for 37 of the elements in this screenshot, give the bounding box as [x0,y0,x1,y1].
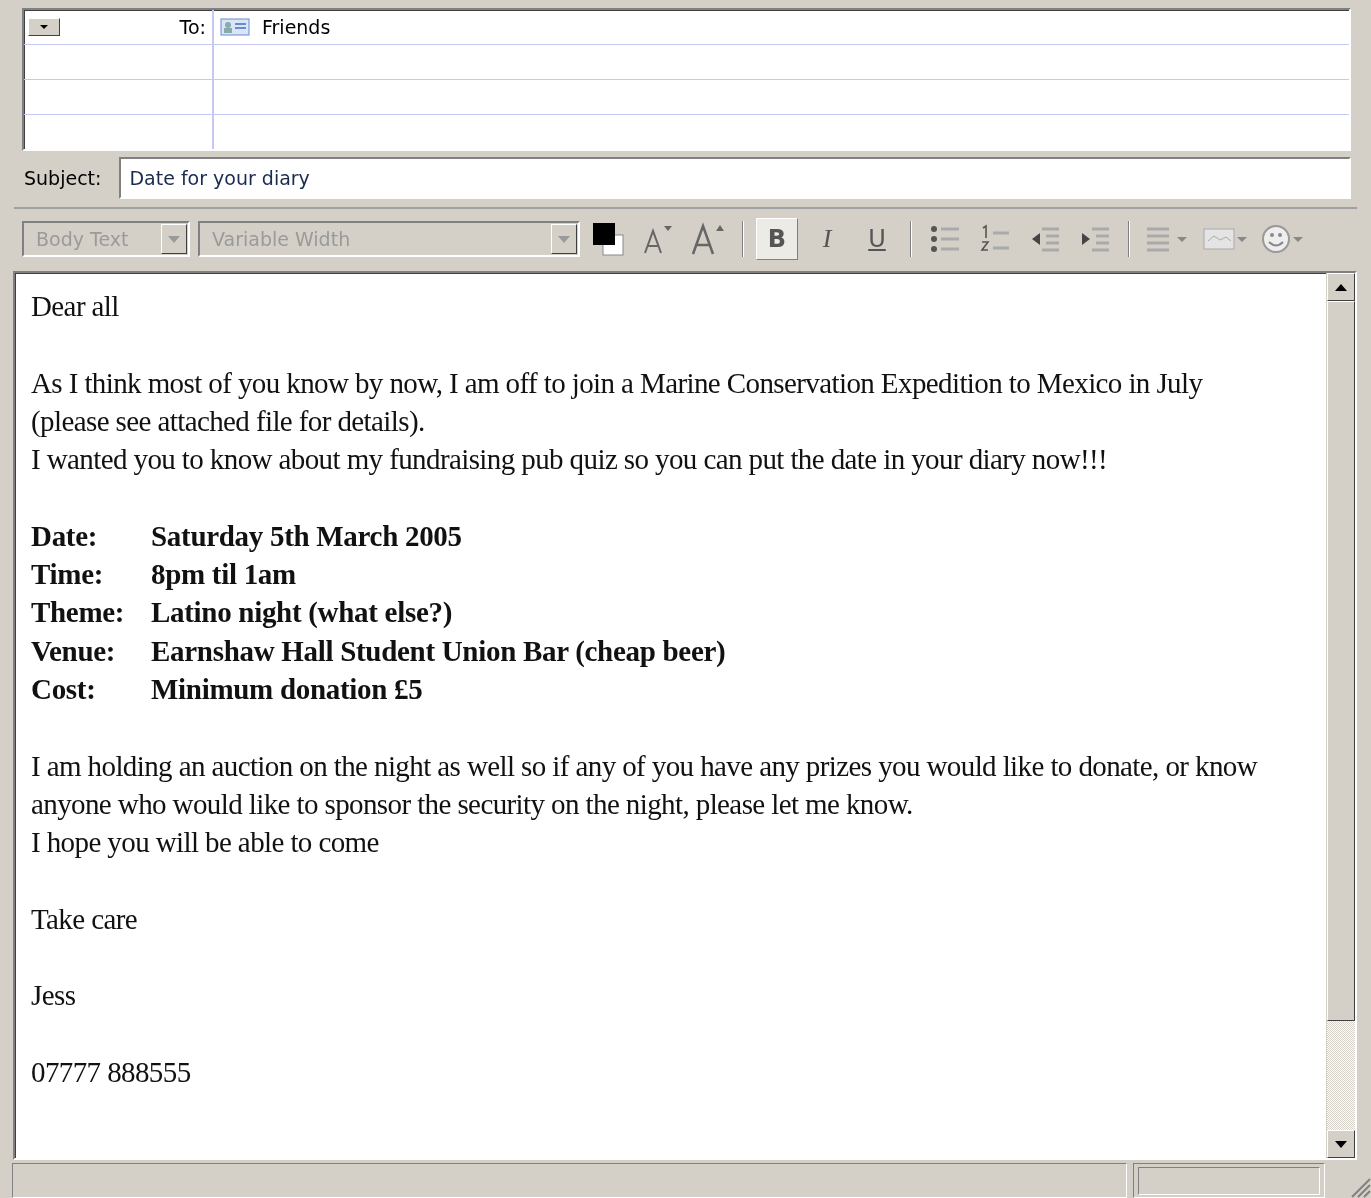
detail-value: Earnshaw Hall Student Union Bar (cheap beer) [151,633,726,669]
dropdown-arrow-icon [40,25,48,29]
message-line: Jess [31,978,77,1014]
message-line: As I think most of you know by now, I am off to join a Marine Conservation Expedition to Mexico in July [31,365,1204,401]
underline-button[interactable]: U [856,218,898,260]
scroll-up-button[interactable] [1327,273,1355,301]
detail-label: Date: [31,518,99,554]
recipient-type-label: To: [179,16,206,38]
detail-value: Saturday 5th March 2005 [151,518,462,554]
scroll-down-button[interactable] [1327,1130,1355,1158]
message-line: Dear all [31,289,120,324]
italic-button[interactable]: I [806,218,848,260]
recipient-address[interactable]: Friends [262,16,331,38]
subject-label: Subject: [24,167,102,189]
resize-grip-icon[interactable] [1349,1176,1371,1198]
message-line: I wanted you to know about my fundraising pub quiz so you can put the date in your diary now!!! [31,442,1109,478]
message-line: I hope you will be able to come [31,825,380,861]
message-line: Take care [31,901,139,937]
detail-value: Latino night (what else?) [151,595,453,631]
message-line: (please see attached file for details). [31,403,426,439]
detail-label: Time: [31,557,105,593]
detail-value: Minimum donation £5 [151,671,423,707]
detail-label: Cost: [31,671,97,707]
detail-label: Venue: [31,633,117,669]
message-line: I am holding an auction on the night as well so if any of you have any prizes you would like to donate, or know [31,748,1259,784]
vertical-scrollbar[interactable] [1326,273,1355,1158]
contact-card-icon [220,18,250,36]
recipient-type-dropdown[interactable] [28,18,60,36]
bold-button[interactable]: B [756,218,798,260]
subject-field[interactable]: Date for your diary [119,157,1351,199]
message-line: anyone who would like to sponsor the security on the night, please let me know. [31,786,914,822]
message-line: 07777 888555 [31,1054,192,1090]
scroll-thumb[interactable] [1327,301,1355,1021]
down-arrow-icon [1335,1140,1347,1148]
up-arrow-icon [1335,283,1347,291]
detail-value: 8pm til 1am [151,557,296,593]
detail-label: Theme: [31,595,126,631]
